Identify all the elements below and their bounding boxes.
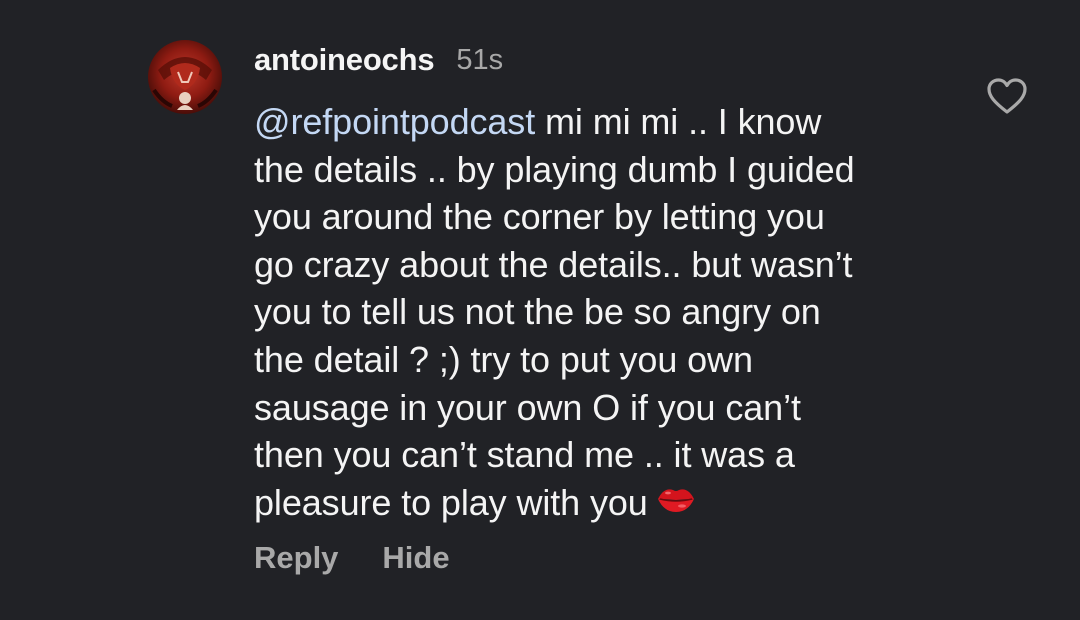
- comment-line: @refpointpodcast mi mi mi .. I know: [254, 98, 954, 146]
- comment-line: you to tell us not the be so angry on: [254, 291, 821, 333]
- comment-line: go crazy about the details.. but wasn’t: [254, 243, 853, 285]
- reply-button[interactable]: Reply: [254, 540, 338, 576]
- comment-text: @refpointpodcast mi mi mi .. I know the …: [254, 98, 954, 526]
- comment-line-text: mi mi mi .. I know: [535, 101, 822, 142]
- comment-line-text: pleasure to play with you: [254, 481, 648, 523]
- comment-line: the detail ? ;) try to put you own: [254, 338, 753, 380]
- comment-line: you around the corner by letting you: [254, 196, 825, 238]
- avatar-image: [148, 40, 222, 114]
- comment-timestamp: 51s: [456, 43, 504, 76]
- comment-item: antoineochs 51s @refpointpodcast mi mi m…: [0, 0, 1080, 620]
- comment-line: the details .. by playing dumb I guided: [254, 148, 855, 190]
- comment-header: antoineochs 51s: [254, 38, 503, 82]
- heart-outline-icon: [987, 78, 1027, 114]
- comment-line: pleasure to play with you: [254, 479, 954, 527]
- mention-link[interactable]: @refpointpodcast: [254, 101, 535, 142]
- user-avatar[interactable]: [148, 40, 222, 114]
- hide-button[interactable]: Hide: [382, 540, 449, 576]
- like-button[interactable]: [984, 74, 1030, 120]
- username-link[interactable]: antoineochs: [254, 42, 435, 78]
- comment-line: then you can’t stand me .. it was a: [254, 434, 795, 476]
- comment-line: sausage in your own O if you can’t: [254, 386, 801, 428]
- kiss-mark-emoji-icon: [656, 478, 696, 526]
- comment-actions: Reply Hide: [254, 536, 450, 580]
